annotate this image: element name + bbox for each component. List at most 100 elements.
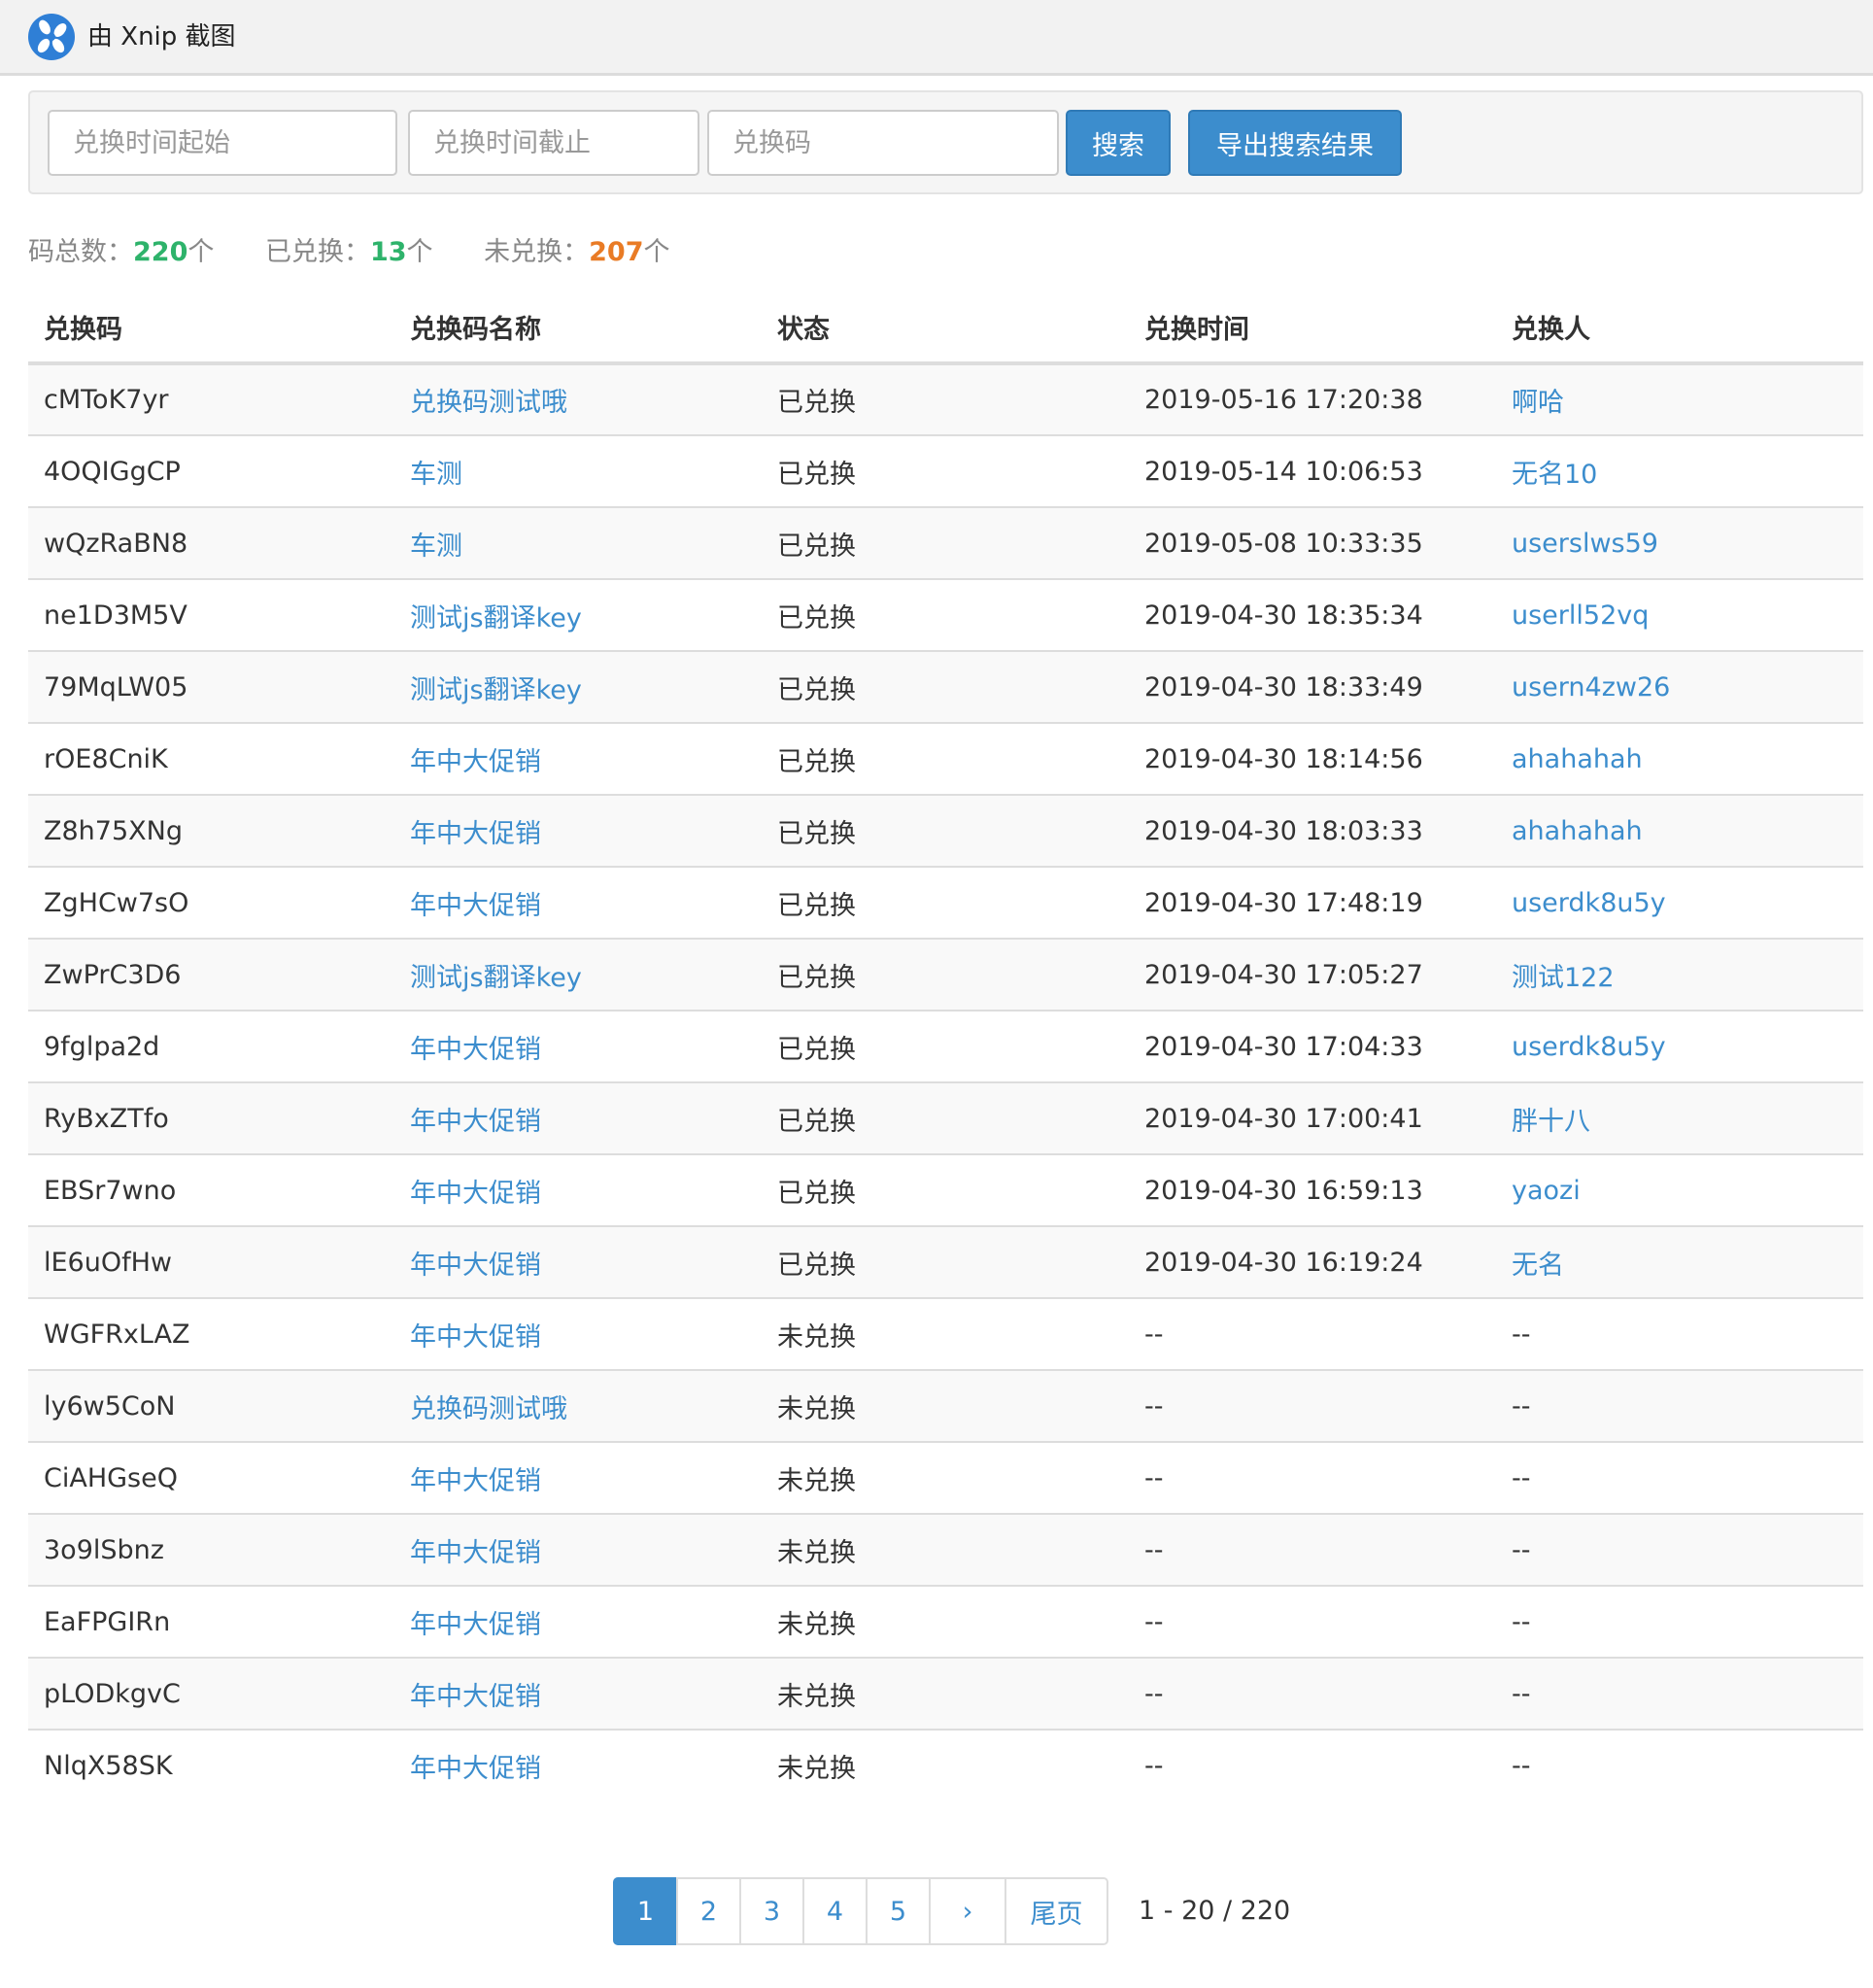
table-row: RyBxZTfo 年中大促销 已兑换 2019-04-30 17:00:41 胖十八 xyxy=(28,1082,1863,1155)
title-bar: 由 Xnip 截图 xyxy=(0,0,1873,76)
code-name-link[interactable]: 车测 xyxy=(394,435,762,508)
code-cell: ly6w5CoN xyxy=(28,1370,394,1443)
redeemer-cell: -- xyxy=(1496,1514,1863,1587)
code-name-link[interactable]: 年中大促销 xyxy=(394,1082,762,1155)
redeem-time-cell: 2019-04-30 18:35:34 xyxy=(1129,579,1496,652)
xnip-logo-icon xyxy=(28,14,75,60)
table-row: rOE8CniK 年中大促销 已兑换 2019-04-30 18:14:56 ahaha… xyxy=(28,723,1863,796)
last-page-button[interactable]: 尾页 xyxy=(1005,1877,1108,1945)
code-name-link[interactable]: 年中大促销 xyxy=(394,795,762,868)
code-name-link[interactable]: 兑换码测试哦 xyxy=(394,1370,762,1443)
status-cell: 已兑换 xyxy=(762,651,1129,724)
status-cell: 已兑换 xyxy=(762,1154,1129,1227)
redeemer-link[interactable]: userdk8u5y xyxy=(1496,1011,1863,1083)
status-cell: 未兑换 xyxy=(762,1514,1129,1587)
redeemer-link[interactable]: 测试122 xyxy=(1496,939,1863,1011)
window-title: 由 Xnip 截图 xyxy=(87,22,236,51)
code-cell: 79MqLW05 xyxy=(28,651,394,724)
code-cell: rOE8CniK xyxy=(28,723,394,796)
redeem-time-cell: 2019-04-30 17:04:33 xyxy=(1129,1011,1496,1083)
redeemer-link[interactable]: ahahahah xyxy=(1496,723,1863,796)
page-button-5[interactable]: 5 xyxy=(866,1877,931,1945)
total-count-value: 220 xyxy=(133,237,188,267)
redeemed-count-value: 13 xyxy=(369,237,407,267)
code-name-link[interactable]: 年中大促销 xyxy=(394,1442,762,1515)
export-results-button[interactable]: 导出搜索结果 xyxy=(1188,110,1402,176)
redeem-time-end-input[interactable] xyxy=(408,110,699,176)
status-cell: 已兑换 xyxy=(762,579,1129,652)
unredeemed-count-label: 未兑换： xyxy=(484,237,590,267)
code-name-link[interactable]: 测试js翻译key xyxy=(394,651,762,724)
code-name-link[interactable]: 车测 xyxy=(394,507,762,580)
code-name-link[interactable]: 兑换码测试哦 xyxy=(394,363,762,436)
redeemer-link[interactable]: userslws59 xyxy=(1496,507,1863,580)
redeemed-count-unit: 个 xyxy=(406,237,433,267)
redeemer-link[interactable]: 无名10 xyxy=(1496,435,1863,508)
next-page-button[interactable]: › xyxy=(929,1877,1006,1945)
code-cell: pLODkgvC xyxy=(28,1658,394,1731)
code-cell: cMToK7yr xyxy=(28,363,394,436)
column-header-status: 状态 xyxy=(762,291,1129,365)
redeem-time-cell: -- xyxy=(1129,1730,1496,1801)
code-summary: 码总数：220个 已兑换：13个 未兑换：207个 xyxy=(28,231,713,274)
code-cell: RyBxZTfo xyxy=(28,1082,394,1155)
table-row: 3o9lSbnz 年中大促销 未兑换 -- -- xyxy=(28,1514,1863,1587)
status-cell: 已兑换 xyxy=(762,939,1129,1011)
redeem-code-input[interactable] xyxy=(707,110,1059,176)
page-button-2[interactable]: 2 xyxy=(676,1877,741,1945)
code-name-link[interactable]: 年中大促销 xyxy=(394,1298,762,1371)
page-button-3[interactable]: 3 xyxy=(739,1877,804,1945)
redeemer-cell: -- xyxy=(1496,1298,1863,1371)
status-cell: 未兑换 xyxy=(762,1298,1129,1371)
table-row: EBSr7wno 年中大促销 已兑换 2019-04-30 16:59:13 yaozi xyxy=(28,1154,1863,1227)
code-cell: 9fglpa2d xyxy=(28,1011,394,1083)
redeem-time-start-input[interactable] xyxy=(48,110,397,176)
code-name-link[interactable]: 年中大促销 xyxy=(394,1658,762,1731)
redeemed-count-label: 已兑换： xyxy=(264,237,370,267)
search-button[interactable]: 搜索 xyxy=(1066,110,1171,176)
unredeemed-count: 未兑换：207个 xyxy=(484,231,669,274)
page-button-4[interactable]: 4 xyxy=(802,1877,868,1945)
code-cell: EaFPGIRn xyxy=(28,1586,394,1659)
redeem-time-cell: 2019-04-30 17:00:41 xyxy=(1129,1082,1496,1155)
status-cell: 已兑换 xyxy=(762,795,1129,868)
redeemer-link[interactable]: 啊哈 xyxy=(1496,363,1863,436)
table-row: NlqX58SK 年中大促销 未兑换 -- -- xyxy=(28,1730,1863,1801)
status-cell: 未兑换 xyxy=(762,1658,1129,1731)
redeem-time-cell: -- xyxy=(1129,1442,1496,1515)
redeemer-link[interactable]: 无名 xyxy=(1496,1226,1863,1299)
table-body: cMToK7yr 兑换码测试哦 已兑换 2019-05-16 17:20:38 啊哈 4O… xyxy=(28,363,1863,1801)
code-name-link[interactable]: 年中大促销 xyxy=(394,1730,762,1801)
code-cell: Z8h75XNg xyxy=(28,795,394,868)
code-name-link[interactable]: 年中大促销 xyxy=(394,1011,762,1083)
redeemer-link[interactable]: ahahahah xyxy=(1496,795,1863,868)
page-button-1[interactable]: 1 xyxy=(613,1877,678,1945)
redeemer-cell: -- xyxy=(1496,1658,1863,1731)
code-cell: lE6uOfHw xyxy=(28,1226,394,1299)
redeemer-link[interactable]: yaozi xyxy=(1496,1154,1863,1227)
code-cell: 3o9lSbnz xyxy=(28,1514,394,1587)
redeem-time-cell: 2019-04-30 16:19:24 xyxy=(1129,1226,1496,1299)
redeemer-link[interactable]: 胖十八 xyxy=(1496,1082,1863,1155)
status-cell: 未兑换 xyxy=(762,1586,1129,1659)
redeemer-link[interactable]: usern4zw26 xyxy=(1496,651,1863,724)
status-cell: 已兑换 xyxy=(762,1011,1129,1083)
total-count-unit: 个 xyxy=(187,237,215,267)
table-row: ZgHCw7sO 年中大促销 已兑换 2019-04-30 17:48:19 userd… xyxy=(28,867,1863,940)
code-name-link[interactable]: 年中大促销 xyxy=(394,1154,762,1227)
code-cell: EBSr7wno xyxy=(28,1154,394,1227)
unredeemed-count-unit: 个 xyxy=(643,237,670,267)
code-name-link[interactable]: 年中大促销 xyxy=(394,1586,762,1659)
code-name-link[interactable]: 年中大促销 xyxy=(394,1226,762,1299)
code-name-link[interactable]: 年中大促销 xyxy=(394,723,762,796)
redeemer-link[interactable]: userdk8u5y xyxy=(1496,867,1863,940)
code-name-link[interactable]: 测试js翻译key xyxy=(394,579,762,652)
pagination: 1 2 3 4 5 › 尾页 xyxy=(613,1877,1108,1945)
code-name-link[interactable]: 测试js翻译key xyxy=(394,939,762,1011)
redeem-time-cell: 2019-04-30 16:59:13 xyxy=(1129,1154,1496,1227)
column-header-name: 兑换码名称 xyxy=(394,291,762,365)
code-name-link[interactable]: 年中大促销 xyxy=(394,1514,762,1587)
redeemer-link[interactable]: userll52vq xyxy=(1496,579,1863,652)
code-name-link[interactable]: 年中大促销 xyxy=(394,867,762,940)
table-row: pLODkgvC 年中大促销 未兑换 -- -- xyxy=(28,1658,1863,1731)
